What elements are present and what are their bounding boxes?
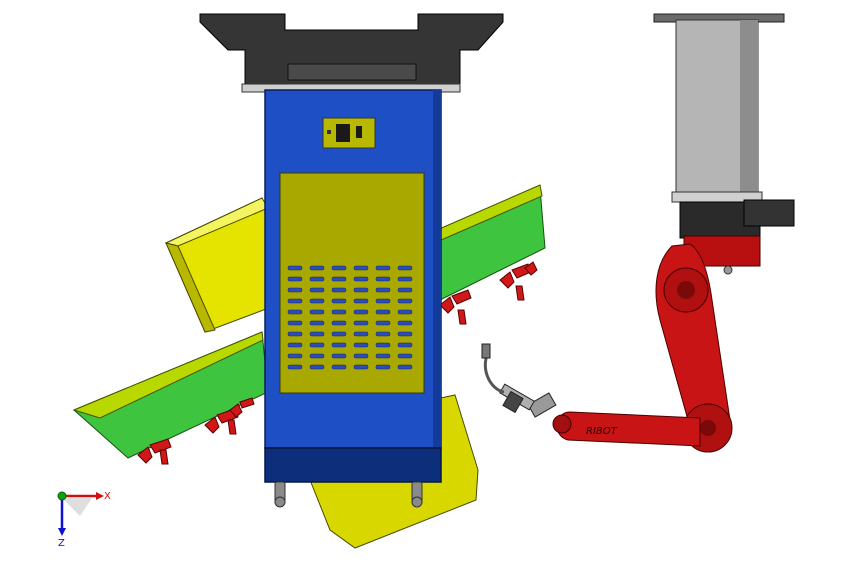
vent-slot [309,298,325,304]
x-axis-label: X [104,491,111,502]
vent-slot [375,331,391,337]
vent-slot [353,364,369,370]
cad-viewport[interactable]: RIBOT X Z [0,0,867,562]
robot-elbow-hub [700,420,716,436]
vent-slot [331,276,347,282]
vent-slot [397,309,413,315]
torch-nozzle [481,343,491,359]
vent-slot [397,265,413,271]
vent-slot [375,287,391,293]
vent-slot [375,364,391,370]
vent-slot [287,364,303,370]
vent-slot [353,353,369,359]
vent-slot [353,265,369,271]
vent-slot [353,276,369,282]
vent-slot [309,353,325,359]
vent-slot [287,287,303,293]
vent-slot [353,331,369,337]
vent-slot [309,320,325,326]
vent-slot [331,331,347,337]
vent-slot [375,298,391,304]
cabinet-top-slot [287,63,417,81]
vent-slot [397,353,413,359]
robot-forearm [556,411,701,447]
axis-triad: X Z [57,491,111,549]
cabinet-right-edge [433,90,441,448]
vent-slot [331,353,347,359]
vent-slot [331,342,347,348]
vent-slot [287,342,303,348]
vent-slot [353,320,369,326]
vent-slot [331,364,347,370]
vent-slot [309,331,325,337]
x-axis-arrow [96,492,104,500]
vent-slot [287,320,303,326]
vent-slot [309,309,325,315]
vent-slot [397,276,413,282]
z-axis-arrow [58,528,66,536]
robot-motor-box [743,199,795,227]
cabinet-base [264,447,442,483]
vent-slot [397,298,413,304]
vent-slot [331,298,347,304]
vent-slot [375,265,391,271]
power-switch[interactable] [356,126,362,138]
triad-shadow [62,498,92,516]
vent-slot [397,320,413,326]
vent-slot [397,331,413,337]
vent-slot [331,287,347,293]
indicator-light [327,130,331,134]
welding-torch[interactable] [481,343,557,418]
vent-slot [309,342,325,348]
vent-slot [353,287,369,293]
vent-slot [287,331,303,337]
vent-slot [397,287,413,293]
vent-slot [353,342,369,348]
vent-slot [375,309,391,315]
fixture-green-bar-right [429,187,546,303]
vent-slot [309,265,325,271]
robot-arm-marking: RIBOT [586,426,618,437]
z-axis-label: Z [58,538,65,549]
vent-panel [279,172,425,394]
vent-slot [287,298,303,304]
vent-slot [375,276,391,282]
vent-slot [309,276,325,282]
vent-slot [309,287,325,293]
vent-slot [375,342,391,348]
vent-slot [375,353,391,359]
vent-slot [331,309,347,315]
vent-slot [309,364,325,370]
vent-slot [353,309,369,315]
vent-slot [331,320,347,326]
vent-slot [397,342,413,348]
control-panel-display [336,124,350,142]
robot-base-bolt [723,265,733,275]
y-axis-point [57,491,67,501]
vent-slot [397,364,413,370]
vent-slot [287,353,303,359]
robot-column-shade [740,20,758,196]
vent-slot [287,265,303,271]
robot-shoulder-hub [677,281,695,299]
vent-slot [375,320,391,326]
vent-slot [287,276,303,282]
robot-wrist-joint [552,414,572,434]
vent-slot [331,265,347,271]
vent-slot [287,309,303,315]
vent-slot [353,298,369,304]
